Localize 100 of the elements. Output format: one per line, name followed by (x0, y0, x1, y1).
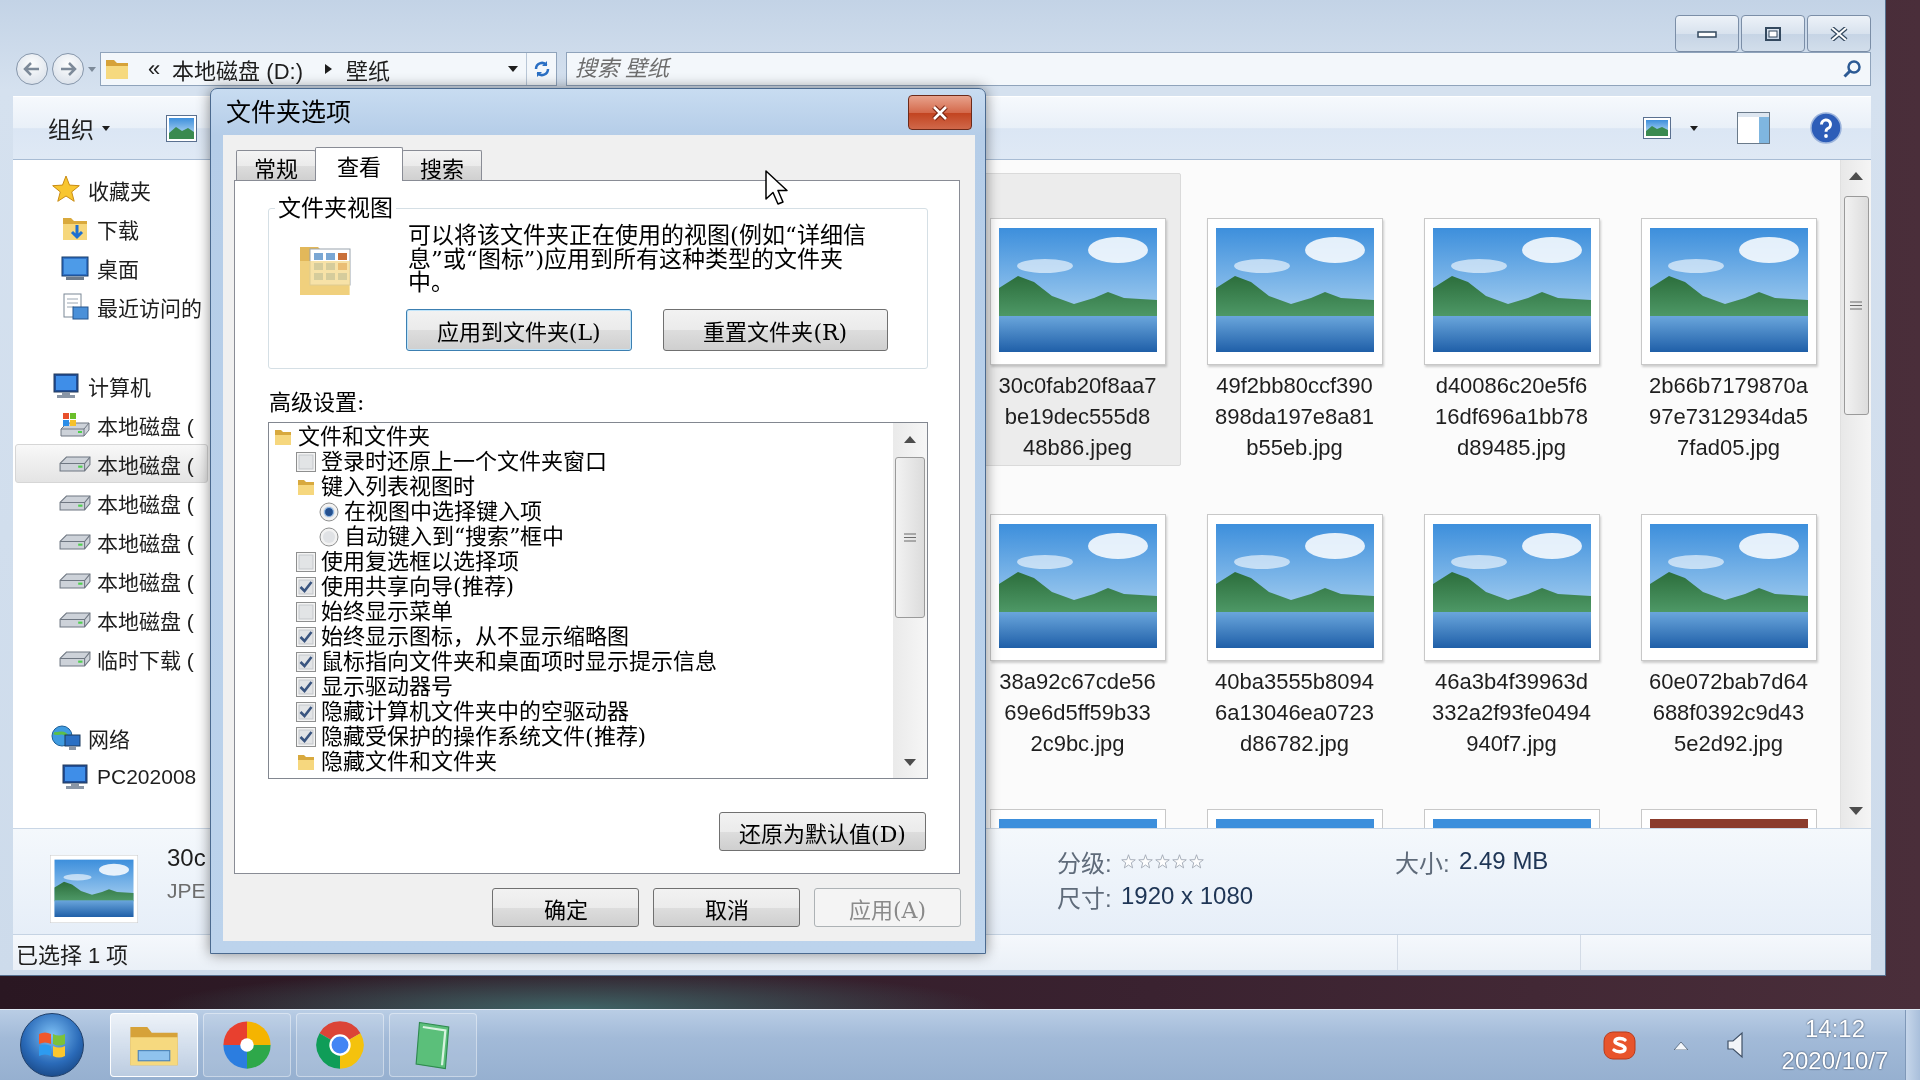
scroll-up-button[interactable] (904, 436, 916, 443)
forward-button[interactable] (52, 53, 84, 85)
reset-folders-button[interactable]: 重置文件夹(R) (662, 308, 888, 351)
checkbox[interactable] (296, 651, 316, 672)
scroll-thumb[interactable] (895, 457, 925, 618)
nav-item[interactable]: 桌面 (15, 248, 208, 287)
breadcrumb[interactable]: 本地磁盘 (D:) (172, 53, 303, 85)
drive-icon (59, 650, 91, 667)
tab[interactable]: 常规 (236, 150, 316, 180)
taskbar-button[interactable] (296, 1013, 384, 1077)
scroll-up-button[interactable] (1849, 172, 1863, 180)
file-tile[interactable]: 46a3b4f39963d 332a2f93fe0494 940f7.jpg (1408, 469, 1615, 762)
file-tile[interactable]: 49f2bb80ccf390 898da197e8a81 b55eb.jpg (1191, 173, 1398, 466)
nav-item[interactable]: 下载 (15, 209, 208, 248)
caret-down-icon[interactable] (508, 66, 518, 72)
taskbar-button[interactable] (203, 1013, 291, 1077)
star-rating[interactable] (1121, 853, 1204, 869)
arrow-left-icon (23, 61, 41, 77)
nav-item[interactable]: 网络 (15, 718, 208, 757)
nav-item[interactable]: 最近访问的 (15, 287, 208, 326)
breadcrumb-overflow[interactable]: « (148, 56, 161, 82)
search-field[interactable]: 搜索 壁纸 (566, 52, 1871, 86)
scroll-down-button[interactable] (904, 759, 916, 766)
nav-item[interactable]: 本地磁盘 ( (15, 444, 208, 483)
breadcrumb[interactable]: 壁纸 (346, 53, 390, 85)
option-label: 隐藏受保护的操作系统文件(推荐) (321, 724, 647, 749)
dimensions-value: 1920 x 1080 (1121, 882, 1254, 910)
nav-item[interactable]: PC202008 (15, 757, 208, 796)
file-tile[interactable]: 40ba3555b8094 6a13046ea0723 d86782.jpg (1191, 469, 1398, 762)
option-label: 在视图中选择键入项 (344, 499, 542, 524)
caret-right-icon[interactable] (325, 64, 332, 74)
star-icon (1189, 853, 1204, 869)
restore-defaults-button[interactable]: 还原为默认值(D) (719, 812, 926, 851)
help-icon[interactable] (1810, 112, 1842, 144)
description-text: 可以将该文件夹正在使用的视图(例如“详细信息”或“图标”)应用到所有这种类型的文件夹中。 (408, 224, 867, 295)
apply-to-folders-button[interactable]: 应用到文件夹(L) (406, 308, 632, 351)
close-icon (930, 104, 950, 121)
radio-button[interactable] (319, 526, 339, 547)
taskbar-button[interactable] (389, 1013, 477, 1077)
close-button[interactable] (1807, 15, 1871, 52)
nav-item[interactable]: 本地磁盘 ( (15, 561, 208, 600)
option-label: 始终显示图标，从不显示缩略图 (321, 624, 629, 649)
star-icon (1121, 853, 1136, 869)
address-bar[interactable]: « 本地磁盘 (D:) 壁纸 (100, 52, 557, 86)
rating-label: 分级: (1057, 848, 1112, 879)
close-button[interactable] (908, 95, 972, 130)
picture-icon[interactable] (1643, 117, 1671, 139)
caret-down-icon[interactable] (1690, 125, 1698, 131)
ok-button[interactable]: 确定 (492, 888, 639, 927)
drive-icon (59, 455, 91, 472)
dimensions-label: 尺寸: (1057, 883, 1112, 914)
preview-pane-icon[interactable] (1737, 112, 1770, 144)
back-button[interactable] (16, 53, 48, 85)
nav-item[interactable]: 本地磁盘 ( (15, 483, 208, 522)
checkbox[interactable] (296, 601, 316, 622)
maximize-button[interactable] (1741, 15, 1805, 52)
option-label: 登录时还原上一个文件夹窗口 (321, 449, 607, 474)
star-icon (1172, 853, 1187, 869)
scroll-thumb[interactable] (1843, 196, 1869, 415)
checkbox[interactable] (296, 676, 316, 697)
nav-item[interactable]: 本地磁盘 ( (15, 405, 208, 444)
checkbox[interactable] (296, 701, 316, 722)
nav-item[interactable]: 计算机 (15, 366, 208, 405)
cancel-button[interactable]: 取消 (653, 888, 800, 927)
option-label: 使用共享向导(推荐) (321, 574, 515, 599)
option-label: 显示驱动器号 (321, 674, 453, 699)
checkbox[interactable] (296, 451, 316, 472)
tab[interactable]: 查看 (315, 147, 403, 181)
option-label: 鼠标指向文件夹和桌面项时显示提示信息 (321, 649, 717, 674)
nav-item[interactable]: 临时下载 ( (15, 639, 208, 678)
checkbox[interactable] (296, 576, 316, 597)
checkbox[interactable] (296, 626, 316, 647)
checkbox[interactable] (296, 726, 316, 747)
nav-item[interactable]: 本地磁盘 ( (15, 600, 208, 639)
search-icon (1843, 60, 1861, 78)
checkbox[interactable] (296, 551, 316, 572)
flag-icon (37, 1031, 67, 1059)
minimize-button[interactable] (1675, 15, 1739, 52)
grip-icon (904, 533, 916, 542)
nav-item[interactable]: 本地磁盘 ( (15, 522, 208, 561)
radio-button[interactable] (319, 501, 339, 522)
file-name: 60e072bab7d64 688f0392c9d43 5e2d92.jpg (1648, 668, 1809, 758)
file-name: 40ba3555b8094 6a13046ea0723 d86782.jpg (1214, 668, 1375, 758)
file-tile[interactable]: 2b66b7179870a 97e7312934da5 7fad05.jpg (1625, 173, 1832, 466)
input-method-icon[interactable] (1603, 1028, 1636, 1062)
file-tile[interactable]: 60e072bab7d64 688f0392c9d43 5e2d92.jpg (1625, 469, 1832, 762)
network-icon (50, 722, 82, 753)
organize-button[interactable]: 组织 (40, 108, 118, 148)
file-tile[interactable]: d40086c20e5f6 16df696a1bb78 d89485.jpg (1408, 173, 1615, 466)
tab[interactable]: 搜索 (402, 150, 482, 180)
file-name: 46a3b4f39963d 332a2f93fe0494 940f7.jpg (1431, 668, 1592, 758)
scroll-down-button[interactable] (1849, 807, 1863, 815)
browser-icon (313, 1018, 367, 1072)
status-text: 已选择 1 项 (16, 941, 129, 969)
file-tile[interactable]: 38a92c67cde56 69e6d5ff59b33 2c9bc.jpg (974, 469, 1181, 762)
picture-icon[interactable] (166, 114, 197, 142)
nav-item[interactable]: 收藏夹 (15, 170, 208, 209)
dialog-title: 文件夹选项 (226, 97, 351, 128)
file-name: 30c0fab20f8aa7 be19dec555d8 48b86.jpeg (998, 372, 1157, 462)
caret-up-icon[interactable] (1674, 1040, 1688, 1050)
